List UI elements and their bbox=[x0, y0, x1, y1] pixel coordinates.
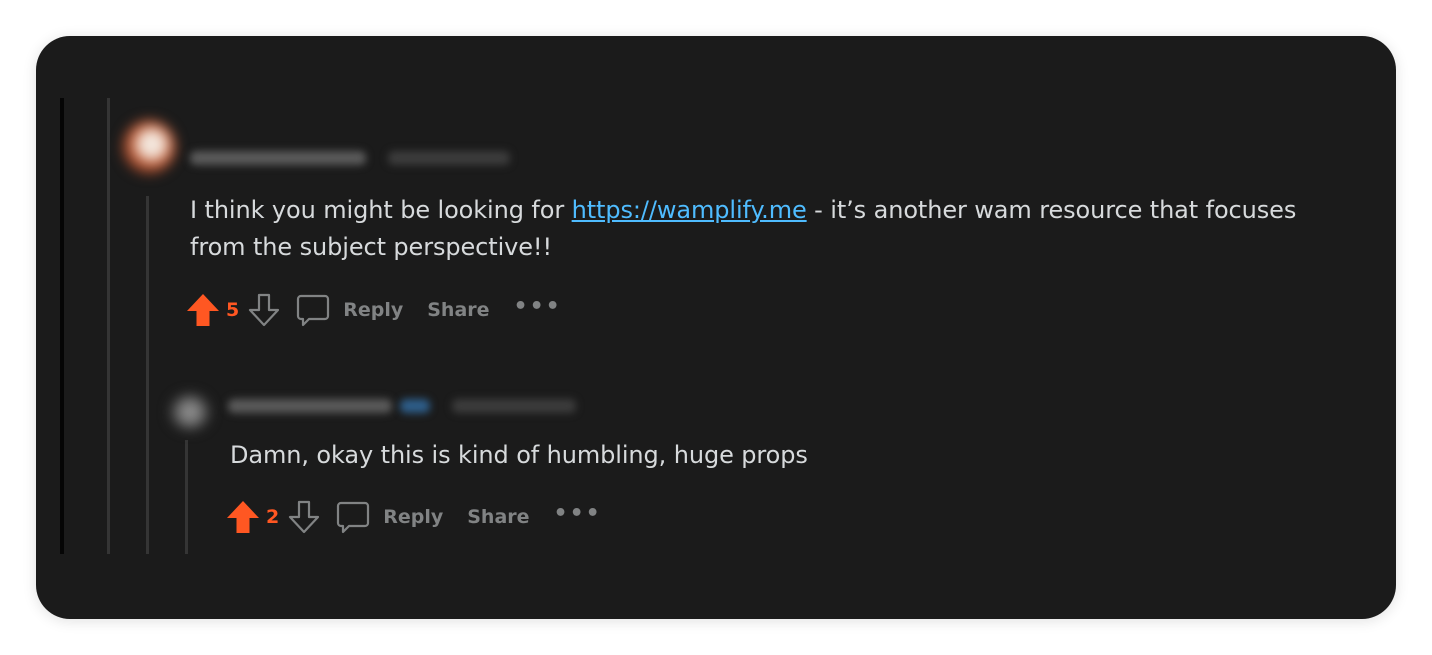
upvote-button[interactable] bbox=[226, 499, 260, 535]
comment-1-text: I think you might be looking for bbox=[190, 196, 572, 224]
wamplify-link[interactable]: https://wamplify.me bbox=[572, 196, 807, 224]
comment-thread-card: I think you might be looking for https:/… bbox=[36, 36, 1396, 619]
upvote-arrow-icon bbox=[187, 294, 219, 326]
reply-button[interactable]: Reply bbox=[295, 292, 403, 328]
comment-1-body: I think you might be looking for https:/… bbox=[190, 192, 1370, 266]
comment-1-text-suffix: - it’s another wam resource that focuses bbox=[806, 196, 1297, 224]
timestamp-blurred bbox=[388, 151, 510, 165]
comment-2-body: Damn, okay this is kind of humbling, hug… bbox=[230, 441, 808, 469]
comment-score: 2 bbox=[266, 506, 280, 528]
timestamp-blurred bbox=[452, 399, 576, 413]
comment-1-line-1: I think you might be looking for https:/… bbox=[190, 192, 1370, 229]
comment-1-line-2: from the subject perspective!! bbox=[190, 233, 552, 261]
downvote-button[interactable] bbox=[287, 499, 321, 535]
upvote-arrow-icon bbox=[227, 501, 259, 533]
avatar[interactable] bbox=[122, 120, 176, 174]
more-options-icon[interactable]: ••• bbox=[554, 501, 602, 526]
upvote-button[interactable] bbox=[186, 292, 220, 328]
comment-bubble-icon bbox=[297, 294, 330, 327]
verified-badge-blurred bbox=[400, 399, 430, 413]
thread-line-root[interactable] bbox=[60, 98, 64, 554]
downvote-arrow-icon bbox=[249, 293, 280, 327]
thread-line-level-1[interactable] bbox=[107, 98, 110, 554]
username-blurred[interactable] bbox=[228, 399, 392, 413]
reply-label: Reply bbox=[343, 299, 404, 321]
thread-line-level-3[interactable] bbox=[185, 440, 188, 554]
more-options-icon[interactable]: ••• bbox=[514, 294, 562, 319]
thread-line-level-2[interactable] bbox=[146, 196, 149, 554]
comment-score: 5 bbox=[226, 299, 240, 321]
comment-bubble-icon bbox=[337, 501, 370, 534]
downvote-button[interactable] bbox=[247, 292, 281, 328]
avatar[interactable] bbox=[170, 394, 210, 430]
share-button[interactable]: Share bbox=[467, 506, 529, 528]
reply-label: Reply bbox=[383, 506, 444, 528]
share-button[interactable]: Share bbox=[427, 299, 489, 321]
comment-2-actions: 2 Reply Share ••• bbox=[226, 497, 602, 537]
username-blurred[interactable] bbox=[190, 151, 366, 165]
reply-button[interactable]: Reply bbox=[335, 499, 443, 535]
comment-1-actions: 5 Reply Share ••• bbox=[186, 290, 562, 330]
downvote-arrow-icon bbox=[289, 500, 320, 534]
